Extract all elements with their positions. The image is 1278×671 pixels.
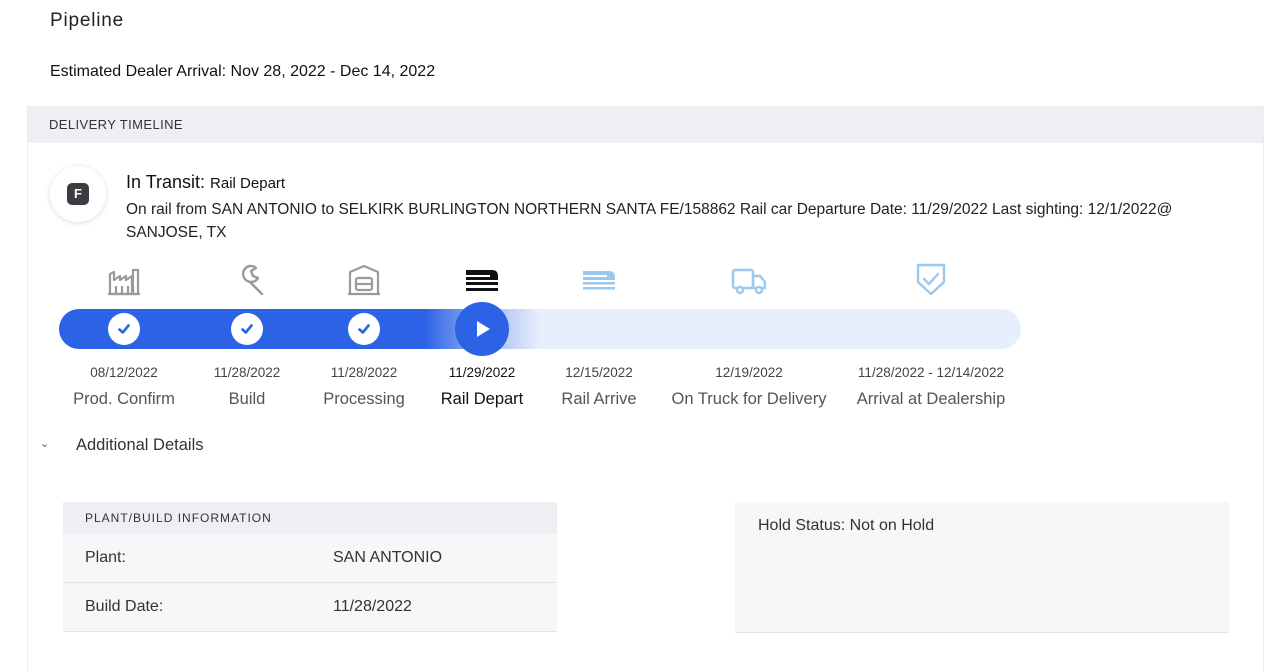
step-date: 11/28/2022 (330, 365, 398, 380)
step-complete-check-icon (108, 313, 140, 345)
truck-icon (729, 260, 769, 300)
row-key: Plant: (85, 549, 126, 566)
step-complete-check-icon (231, 313, 263, 345)
step-date: 12/15/2022 (565, 365, 633, 380)
estimated-arrival: Estimated Dealer Arrival: Nov 28, 2022 -… (50, 63, 436, 80)
hold-status-text: Hold Status: Not on Hold (758, 517, 935, 534)
status-line: In Transit: Rail Depart (126, 172, 285, 193)
status-label: In Transit: (126, 172, 206, 192)
row-value: 11/28/2022 (333, 598, 412, 615)
additional-details-label[interactable]: Additional Details (76, 436, 204, 455)
shield-check-icon (911, 260, 951, 300)
plant-build-header: PLANT/BUILD INFORMATION (63, 502, 557, 534)
step-label: On Truck for Delivery (671, 390, 827, 408)
step-label: Prod. Confirm (73, 390, 175, 408)
wrench-icon (227, 260, 267, 300)
rail-car-icon (579, 260, 619, 300)
rail-car-icon (462, 260, 502, 300)
step-date: 12/19/2022 (715, 365, 783, 380)
vehicle-processing-icon (344, 260, 384, 300)
plant-build-panel: PLANT/BUILD INFORMATION Plant: SAN ANTON… (63, 502, 557, 632)
page-title: Pipeline (50, 10, 125, 31)
row-value: SAN ANTONIO (333, 549, 443, 566)
delivery-timeline-card: DELIVERY TIMELINE F In Transit: Rail Dep… (27, 106, 1264, 671)
hold-status-panel: Hold Status: Not on Hold (735, 502, 1229, 633)
step-date: 08/12/2022 (90, 365, 158, 380)
step-label: Processing (323, 390, 405, 408)
step-label: Rail Arrive (561, 390, 637, 408)
table-row: Plant: SAN ANTONIO (63, 534, 557, 583)
step-complete-check-icon (348, 313, 380, 345)
brand-badge-icon: F (67, 183, 89, 205)
step-date: 11/28/2022 - 12/14/2022 (857, 365, 1005, 380)
factory-icon (104, 260, 144, 300)
card-header: DELIVERY TIMELINE (28, 106, 1263, 143)
row-key: Build Date: (85, 598, 164, 615)
current-step-play-icon (455, 302, 509, 356)
avatar: F (50, 166, 106, 222)
chevron-down-icon[interactable]: ⌄ (40, 437, 54, 450)
progress-track (59, 309, 1021, 349)
additional-details-toggle[interactable]: ⌄ Additional Details (40, 436, 204, 455)
status-value: Rail Depart (210, 175, 286, 192)
step-label-current: Rail Depart (440, 390, 524, 408)
step-label: Build (228, 390, 266, 408)
step-date: 11/28/2022 (213, 365, 281, 380)
step-label: Arrival at Dealership (856, 390, 1006, 408)
status-description: On rail from SAN ANTONIO to SELKIRK BURL… (126, 201, 1173, 241)
table-row: Build Date: 11/28/2022 (63, 583, 557, 632)
step-date-current: 11/29/2022 (448, 365, 516, 380)
